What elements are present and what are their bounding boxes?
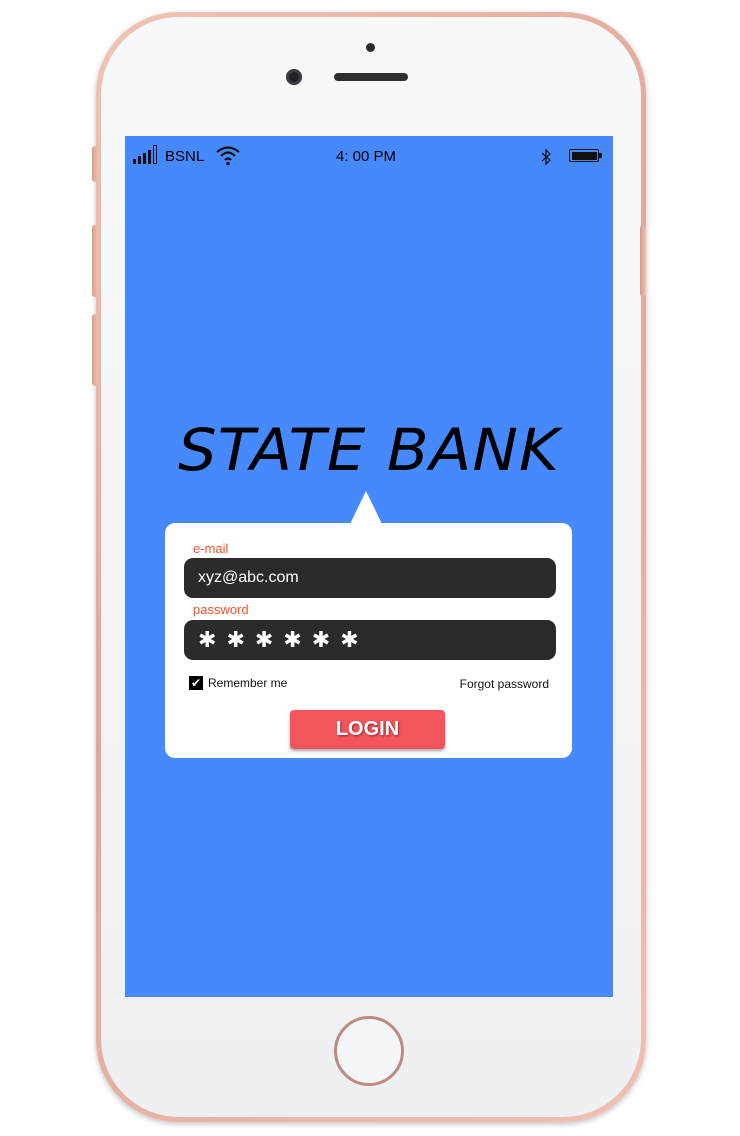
signal-icon xyxy=(133,145,157,164)
power-button xyxy=(640,225,646,297)
battery-icon xyxy=(569,149,599,162)
front-camera xyxy=(286,69,302,85)
bluetooth-icon xyxy=(541,148,551,166)
password-field[interactable]: ✱ ✱ ✱ ✱ ✱ ✱ xyxy=(184,620,556,660)
forgot-password-link[interactable]: Forgot password xyxy=(460,677,549,691)
earpiece-speaker xyxy=(334,73,408,81)
password-dot: ✱ xyxy=(198,627,217,652)
status-bar: BSNL 4: 00 PM xyxy=(125,136,613,176)
password-dot: ✱ xyxy=(311,627,331,652)
carrier-name: BSNL xyxy=(165,148,205,165)
app-screen: BSNL 4: 00 PM STATE BANK e-mail xyz@abc.… xyxy=(125,136,613,997)
volume-up-button xyxy=(92,225,98,297)
remember-checkbox[interactable]: ✔ xyxy=(189,676,203,690)
battery-tip xyxy=(599,153,602,158)
silent-switch xyxy=(92,146,98,182)
login-card: e-mail xyz@abc.com password ✱ ✱ ✱ ✱ ✱ ✱ … xyxy=(165,491,572,758)
checkmark-icon: ✔ xyxy=(190,676,202,690)
remember-me-option[interactable]: ✔ Remember me xyxy=(189,676,287,690)
password-dot: ✱ xyxy=(283,627,302,652)
email-field[interactable]: xyz@abc.com xyxy=(184,558,556,598)
password-dot: ✱ xyxy=(226,627,245,652)
status-time: 4: 00 PM xyxy=(336,148,397,165)
login-button[interactable]: LOGIN xyxy=(290,710,445,749)
remember-label: Remember me xyxy=(208,676,288,690)
wifi-icon xyxy=(216,146,240,166)
password-mask: ✱ ✱ ✱ ✱ ✱ ✱ xyxy=(198,629,359,651)
email-value: xyz@abc.com xyxy=(198,569,299,586)
password-dot: ✱ xyxy=(254,627,274,652)
email-label: e-mail xyxy=(193,541,229,556)
home-button[interactable] xyxy=(334,1016,404,1086)
bank-logo-title: STATE BANK xyxy=(178,416,560,484)
proximity-sensor xyxy=(366,43,375,52)
password-dot: ✱ xyxy=(340,627,359,652)
card-pointer xyxy=(350,491,382,524)
password-label: password xyxy=(193,602,249,617)
volume-down-button xyxy=(92,314,98,386)
